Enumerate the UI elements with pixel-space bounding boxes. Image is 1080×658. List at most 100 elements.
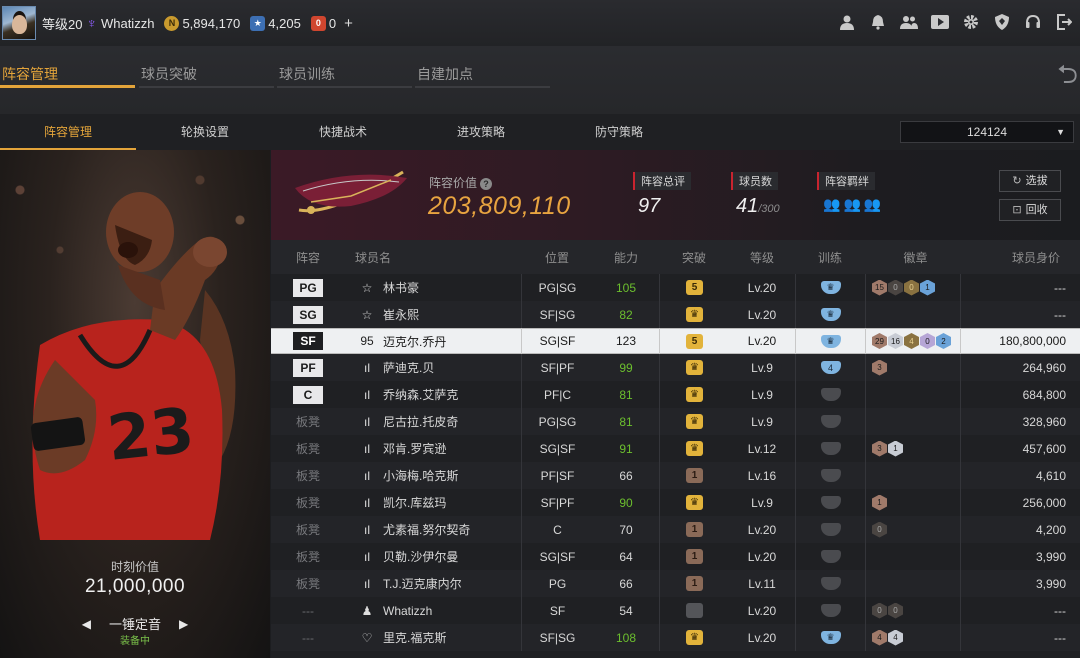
row-player[interactable]: ♟ Whatizzh: [345, 602, 521, 620]
col-name[interactable]: 球员名: [345, 249, 521, 266]
badge-bronze-icon[interactable]: 1: [872, 494, 887, 511]
tab-player-breakthrough[interactable]: 球员突破: [139, 62, 274, 88]
row-slot[interactable]: PG: [271, 278, 345, 297]
row-player[interactable]: 95 迈克尔.乔丹: [345, 332, 521, 350]
row-slot[interactable]: C: [271, 385, 345, 404]
shield-icon[interactable]: [992, 12, 1012, 32]
table-row[interactable]: SF 95 迈克尔.乔丹 SG|SF 123 5 Lv.20 ♛ 29 16 4 0 2…: [271, 327, 1080, 355]
tab-player-training[interactable]: 球员训练: [277, 62, 412, 88]
row-slot[interactable]: 板凳: [271, 440, 345, 457]
row-player[interactable]: ıl 尤素福.努尔契奇: [345, 521, 521, 539]
badge-bronze-icon[interactable]: 29: [872, 333, 887, 349]
col-value[interactable]: 球员身价: [960, 249, 1080, 266]
table-row[interactable]: --- ♡ 里克.福克斯 SF|SG 108 ♛ Lv.20 ♛ 44 ---: [271, 624, 1080, 651]
table-row[interactable]: 板凳 ıl 小海梅.哈克斯 PF|SF 66 1 Lv.16 4,610: [271, 462, 1080, 489]
row-breakthrough[interactable]: ♛: [659, 354, 729, 381]
row-training[interactable]: [795, 489, 865, 516]
row-player[interactable]: ıl 尼古拉.托皮奇: [345, 413, 521, 431]
row-player[interactable]: ☆ 崔永熙: [345, 306, 521, 324]
badge-dark-icon[interactable]: 0: [872, 602, 887, 619]
row-player[interactable]: ıl 凯尔.库兹玛: [345, 494, 521, 512]
avatar[interactable]: [2, 6, 36, 40]
select-button[interactable]: ↻ 选拔: [999, 170, 1061, 192]
row-player[interactable]: ıl 萨迪克.贝: [345, 359, 521, 377]
bell-icon[interactable]: [868, 12, 888, 32]
row-slot[interactable]: 板凳: [271, 575, 345, 592]
gear-icon[interactable]: [961, 12, 981, 32]
row-breakthrough[interactable]: 1: [659, 462, 729, 489]
table-row[interactable]: 板凳 ıl 尤素福.努尔契奇 C 70 1 Lv.20 0 4,200: [271, 516, 1080, 543]
badge-bronze-icon[interactable]: 15: [872, 279, 887, 296]
row-training[interactable]: ♛: [795, 301, 865, 328]
row-breakthrough[interactable]: 1: [659, 570, 729, 597]
row-training[interactable]: ♛: [795, 327, 865, 355]
row-slot[interactable]: ---: [271, 631, 345, 645]
table-row[interactable]: 板凳 ıl T.J.迈克康内尔 PG 66 1 Lv.11 3,990: [271, 570, 1080, 597]
row-training[interactable]: ♛: [795, 624, 865, 651]
row-breakthrough[interactable]: ♛: [659, 408, 729, 435]
row-slot[interactable]: 板凳: [271, 413, 345, 430]
badge-dark-icon[interactable]: 0: [888, 602, 903, 619]
back-arrow-icon[interactable]: ⮌: [1057, 56, 1078, 100]
row-training[interactable]: [795, 543, 865, 570]
row-breakthrough[interactable]: ♛: [659, 381, 729, 408]
row-training[interactable]: [795, 570, 865, 597]
row-breakthrough[interactable]: 1: [659, 516, 729, 543]
row-breakthrough[interactable]: 1: [659, 543, 729, 570]
add-currency-button[interactable]: +: [344, 15, 353, 32]
subtab-lineup[interactable]: 阵容管理: [0, 114, 136, 150]
table-row[interactable]: SG ☆ 崔永熙 SF|SG 82 ♛ Lv.20 ♛ ---: [271, 301, 1080, 328]
row-training[interactable]: [795, 462, 865, 489]
col-slot[interactable]: 阵容: [271, 249, 345, 266]
badge-dark-icon[interactable]: 0: [888, 279, 903, 296]
row-training[interactable]: [795, 435, 865, 462]
video-icon[interactable]: [930, 12, 950, 32]
col-level[interactable]: 等级: [729, 249, 795, 266]
table-row[interactable]: 板凳 ıl 尼古拉.托皮奇 PG|SG 81 ♛ Lv.9 328,960: [271, 408, 1080, 435]
col-position[interactable]: 位置: [521, 249, 593, 266]
row-slot[interactable]: SG: [271, 305, 345, 324]
row-breakthrough[interactable]: ♛: [659, 435, 729, 462]
row-player[interactable]: ıl 小海梅.哈克斯: [345, 467, 521, 485]
col-training[interactable]: 训练: [795, 249, 865, 266]
row-training[interactable]: 4: [795, 354, 865, 381]
row-player[interactable]: ıl 贝勒.沙伊尔曼: [345, 548, 521, 566]
badge-gold-icon[interactable]: 0: [904, 279, 919, 296]
row-player[interactable]: ıl 乔纳森.艾萨克: [345, 386, 521, 404]
row-player[interactable]: ıl T.J.迈克康内尔: [345, 575, 521, 593]
table-row[interactable]: 板凳 ıl 邓肯.罗宾逊 SG|SF 91 ♛ Lv.12 31 457,600: [271, 435, 1080, 462]
row-training[interactable]: [795, 516, 865, 543]
logout-icon[interactable]: [1054, 12, 1074, 32]
table-row[interactable]: PG ☆ 林书豪 PG|SG 105 5 Lv.20 ♛ 15 0 0 1 ---: [271, 274, 1080, 301]
bond-icons[interactable]: 👥 👥 👥: [823, 196, 881, 213]
row-slot[interactable]: 板凳: [271, 521, 345, 538]
badge-silver-icon[interactable]: 16: [888, 333, 903, 349]
row-player[interactable]: ıl 邓肯.罗宾逊: [345, 440, 521, 458]
next-card-icon[interactable]: ▶: [179, 617, 188, 631]
col-badges[interactable]: 徽章: [865, 249, 960, 266]
col-rating[interactable]: 能力: [593, 249, 659, 266]
row-slot[interactable]: 板凳: [271, 548, 345, 565]
lineup-select[interactable]: 124124 ▼: [900, 121, 1074, 143]
headset-icon[interactable]: [1023, 12, 1043, 32]
subtab-defense-strategy[interactable]: 防守策略: [551, 114, 687, 150]
row-slot[interactable]: 板凳: [271, 494, 345, 511]
tab-custom-attributes[interactable]: 自建加点: [415, 62, 550, 88]
prev-card-icon[interactable]: ◀: [82, 617, 91, 631]
badge-dark-icon[interactable]: 0: [872, 521, 887, 538]
table-row[interactable]: PF ıl 萨迪克.贝 SF|PF 99 ♛ Lv.9 4 3 264,960: [271, 354, 1080, 381]
row-breakthrough[interactable]: ♛: [659, 624, 729, 651]
badge-silver-icon[interactable]: 1: [888, 440, 903, 457]
row-slot[interactable]: ---: [271, 604, 345, 618]
badge-gold-icon[interactable]: 4: [904, 333, 919, 349]
table-row[interactable]: --- ♟ Whatizzh SF 54 Lv.20 00 ---: [271, 597, 1080, 624]
subtab-quick-tactics[interactable]: 快捷战术: [275, 114, 411, 150]
row-breakthrough[interactable]: 5: [659, 327, 729, 355]
tab-lineup-management[interactable]: 阵容管理: [0, 62, 135, 88]
table-row[interactable]: 板凳 ıl 贝勒.沙伊尔曼 SG|SF 64 1 Lv.20 3,990: [271, 543, 1080, 570]
row-slot[interactable]: SF: [271, 332, 345, 350]
row-training[interactable]: ♛: [795, 274, 865, 301]
row-player[interactable]: ♡ 里克.福克斯: [345, 629, 521, 647]
row-training[interactable]: [795, 381, 865, 408]
badge-bronze-icon[interactable]: 3: [872, 359, 887, 376]
